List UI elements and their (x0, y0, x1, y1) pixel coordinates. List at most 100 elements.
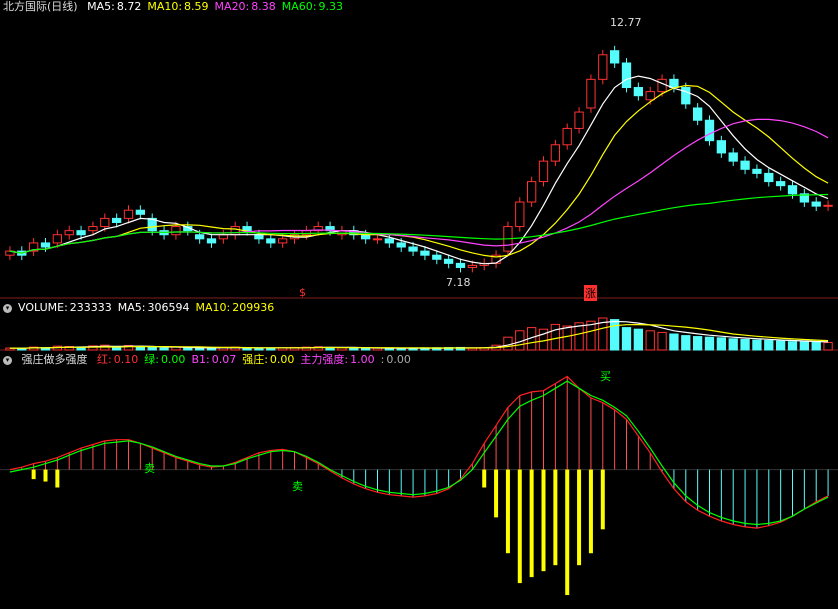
volume-bar (704, 336, 715, 351)
indicator-header: ▾ 强庄做多强度 红: 0.10 绿: 0.00 B1: 0.07 强庄: 0.00 主力强度:… (3, 353, 423, 367)
candle-body (645, 91, 655, 101)
candle-body (171, 226, 181, 236)
candle-body (669, 78, 679, 89)
candle-body (775, 181, 786, 187)
collapse-icon[interactable]: ▾ (3, 355, 12, 365)
candle-body (657, 78, 667, 93)
volume-bar (645, 330, 655, 351)
candle-body (538, 160, 549, 183)
candle-body (230, 226, 240, 236)
ma-item-label: MA60: (281, 0, 317, 13)
volume-bar (349, 347, 359, 351)
ma-item-value: 8.59 (184, 0, 209, 13)
indicator-item-0: 红: 0.10 (97, 353, 138, 366)
candle-body (396, 242, 406, 248)
candle-body (823, 204, 833, 207)
strong-bar (529, 469, 534, 578)
price-title: 北方国际(日线) (3, 0, 78, 13)
strong-bar (482, 469, 487, 488)
volume-bar (716, 337, 727, 351)
volume-bar (562, 325, 572, 351)
ma-item-label: MA5: (87, 0, 115, 13)
candle-body (100, 217, 110, 228)
high-price-label: 12.77 (610, 16, 642, 29)
volume-bar (811, 341, 821, 351)
volume-bar (787, 341, 798, 351)
indicator-item-5: :0.00 (381, 353, 411, 366)
candle-body (384, 238, 395, 244)
indicator-item-label: 红: (97, 353, 112, 366)
volume-bar (728, 338, 738, 351)
ma-item-label: MA10: (147, 0, 183, 13)
candle-body (420, 250, 430, 256)
red-line (9, 375, 829, 529)
candle-body (360, 234, 371, 240)
indicator-item-value: 0.00 (269, 353, 295, 366)
volume-bar (621, 327, 632, 351)
ma-item-value: 8.72 (116, 0, 142, 13)
candle-body (135, 209, 146, 215)
volume-item-value: 233333 (69, 301, 112, 314)
candle-body (609, 50, 620, 64)
strong-bar (494, 469, 499, 518)
volume-header: ▾ VOLUME: 233333 MA5: 306594 MA10: 209936 (3, 301, 286, 315)
volume-item-1: MA5: 306594 (118, 301, 190, 314)
strong-bar (553, 469, 558, 566)
volume-bar (692, 336, 703, 351)
indicator-item-3: 强庄: 0.00 (242, 353, 294, 366)
candle-body (408, 246, 418, 252)
candle-body (728, 152, 738, 162)
volume-item-value: 306594 (147, 301, 190, 314)
volume-bar (550, 323, 561, 351)
volume-bar (764, 339, 774, 351)
ma60-line (9, 193, 829, 254)
candle-body (562, 127, 572, 146)
buy-signal-label: 买 (600, 370, 611, 383)
candle-body (764, 172, 774, 183)
indicator-item-value: 0.00 (386, 353, 411, 366)
collapse-icon[interactable]: ▾ (3, 303, 12, 313)
indicator-item-label: B1: (191, 353, 210, 366)
indicator-item-value: 1.00 (350, 353, 375, 366)
candle-body (574, 111, 584, 129)
strong-bar (600, 469, 605, 530)
candle-body (76, 230, 86, 236)
volume-bar (657, 331, 667, 351)
ma10-line (9, 84, 829, 258)
volume-bar (633, 328, 644, 351)
sell-signal-label-1: 卖 (144, 462, 155, 475)
price-header: 北方国际(日线) MA5: 8.72 MA10: 8.59 MA20: 8.38 MA60:… (3, 0, 355, 14)
candle-body (621, 62, 632, 89)
candle-body (40, 242, 51, 248)
indicator-item-1: 绿: 0.00 (144, 353, 185, 366)
strong-bar (517, 469, 522, 584)
candle-body (467, 264, 478, 268)
indicator-item-label: 绿: (144, 353, 159, 366)
volume-bar (823, 342, 833, 351)
volume-bar (503, 336, 513, 351)
volume-bar (194, 347, 205, 351)
green-line (9, 380, 829, 526)
volume-bar (681, 335, 691, 351)
indicator-item-label: 主力强度: (300, 353, 349, 366)
ma-item-value: 9.33 (318, 0, 343, 13)
sell-signal-label-2: 卖 (292, 480, 303, 493)
candle-body (740, 160, 750, 170)
ma-item-value: 8.38 (251, 0, 276, 13)
candle-body (455, 262, 466, 268)
volume-bar (135, 346, 146, 351)
candle-body (787, 185, 798, 195)
ma-item-3: MA60: 9.33 (282, 0, 343, 13)
candle-body (206, 238, 217, 244)
indicator-item-label: : (380, 353, 385, 366)
ma-item-0: MA5: 8.72 (87, 0, 141, 13)
ma-item-1: MA10: 8.59 (147, 0, 208, 13)
candle-body (633, 87, 644, 97)
indicator-item-label: 强庄: (242, 353, 268, 366)
volume-item-label: MA5: (117, 301, 146, 314)
ma-item-label: MA20: (214, 0, 250, 13)
s-marker: $ (299, 286, 306, 299)
candle-body (811, 201, 821, 207)
volume-bar (159, 347, 169, 351)
candle-body (123, 209, 134, 219)
